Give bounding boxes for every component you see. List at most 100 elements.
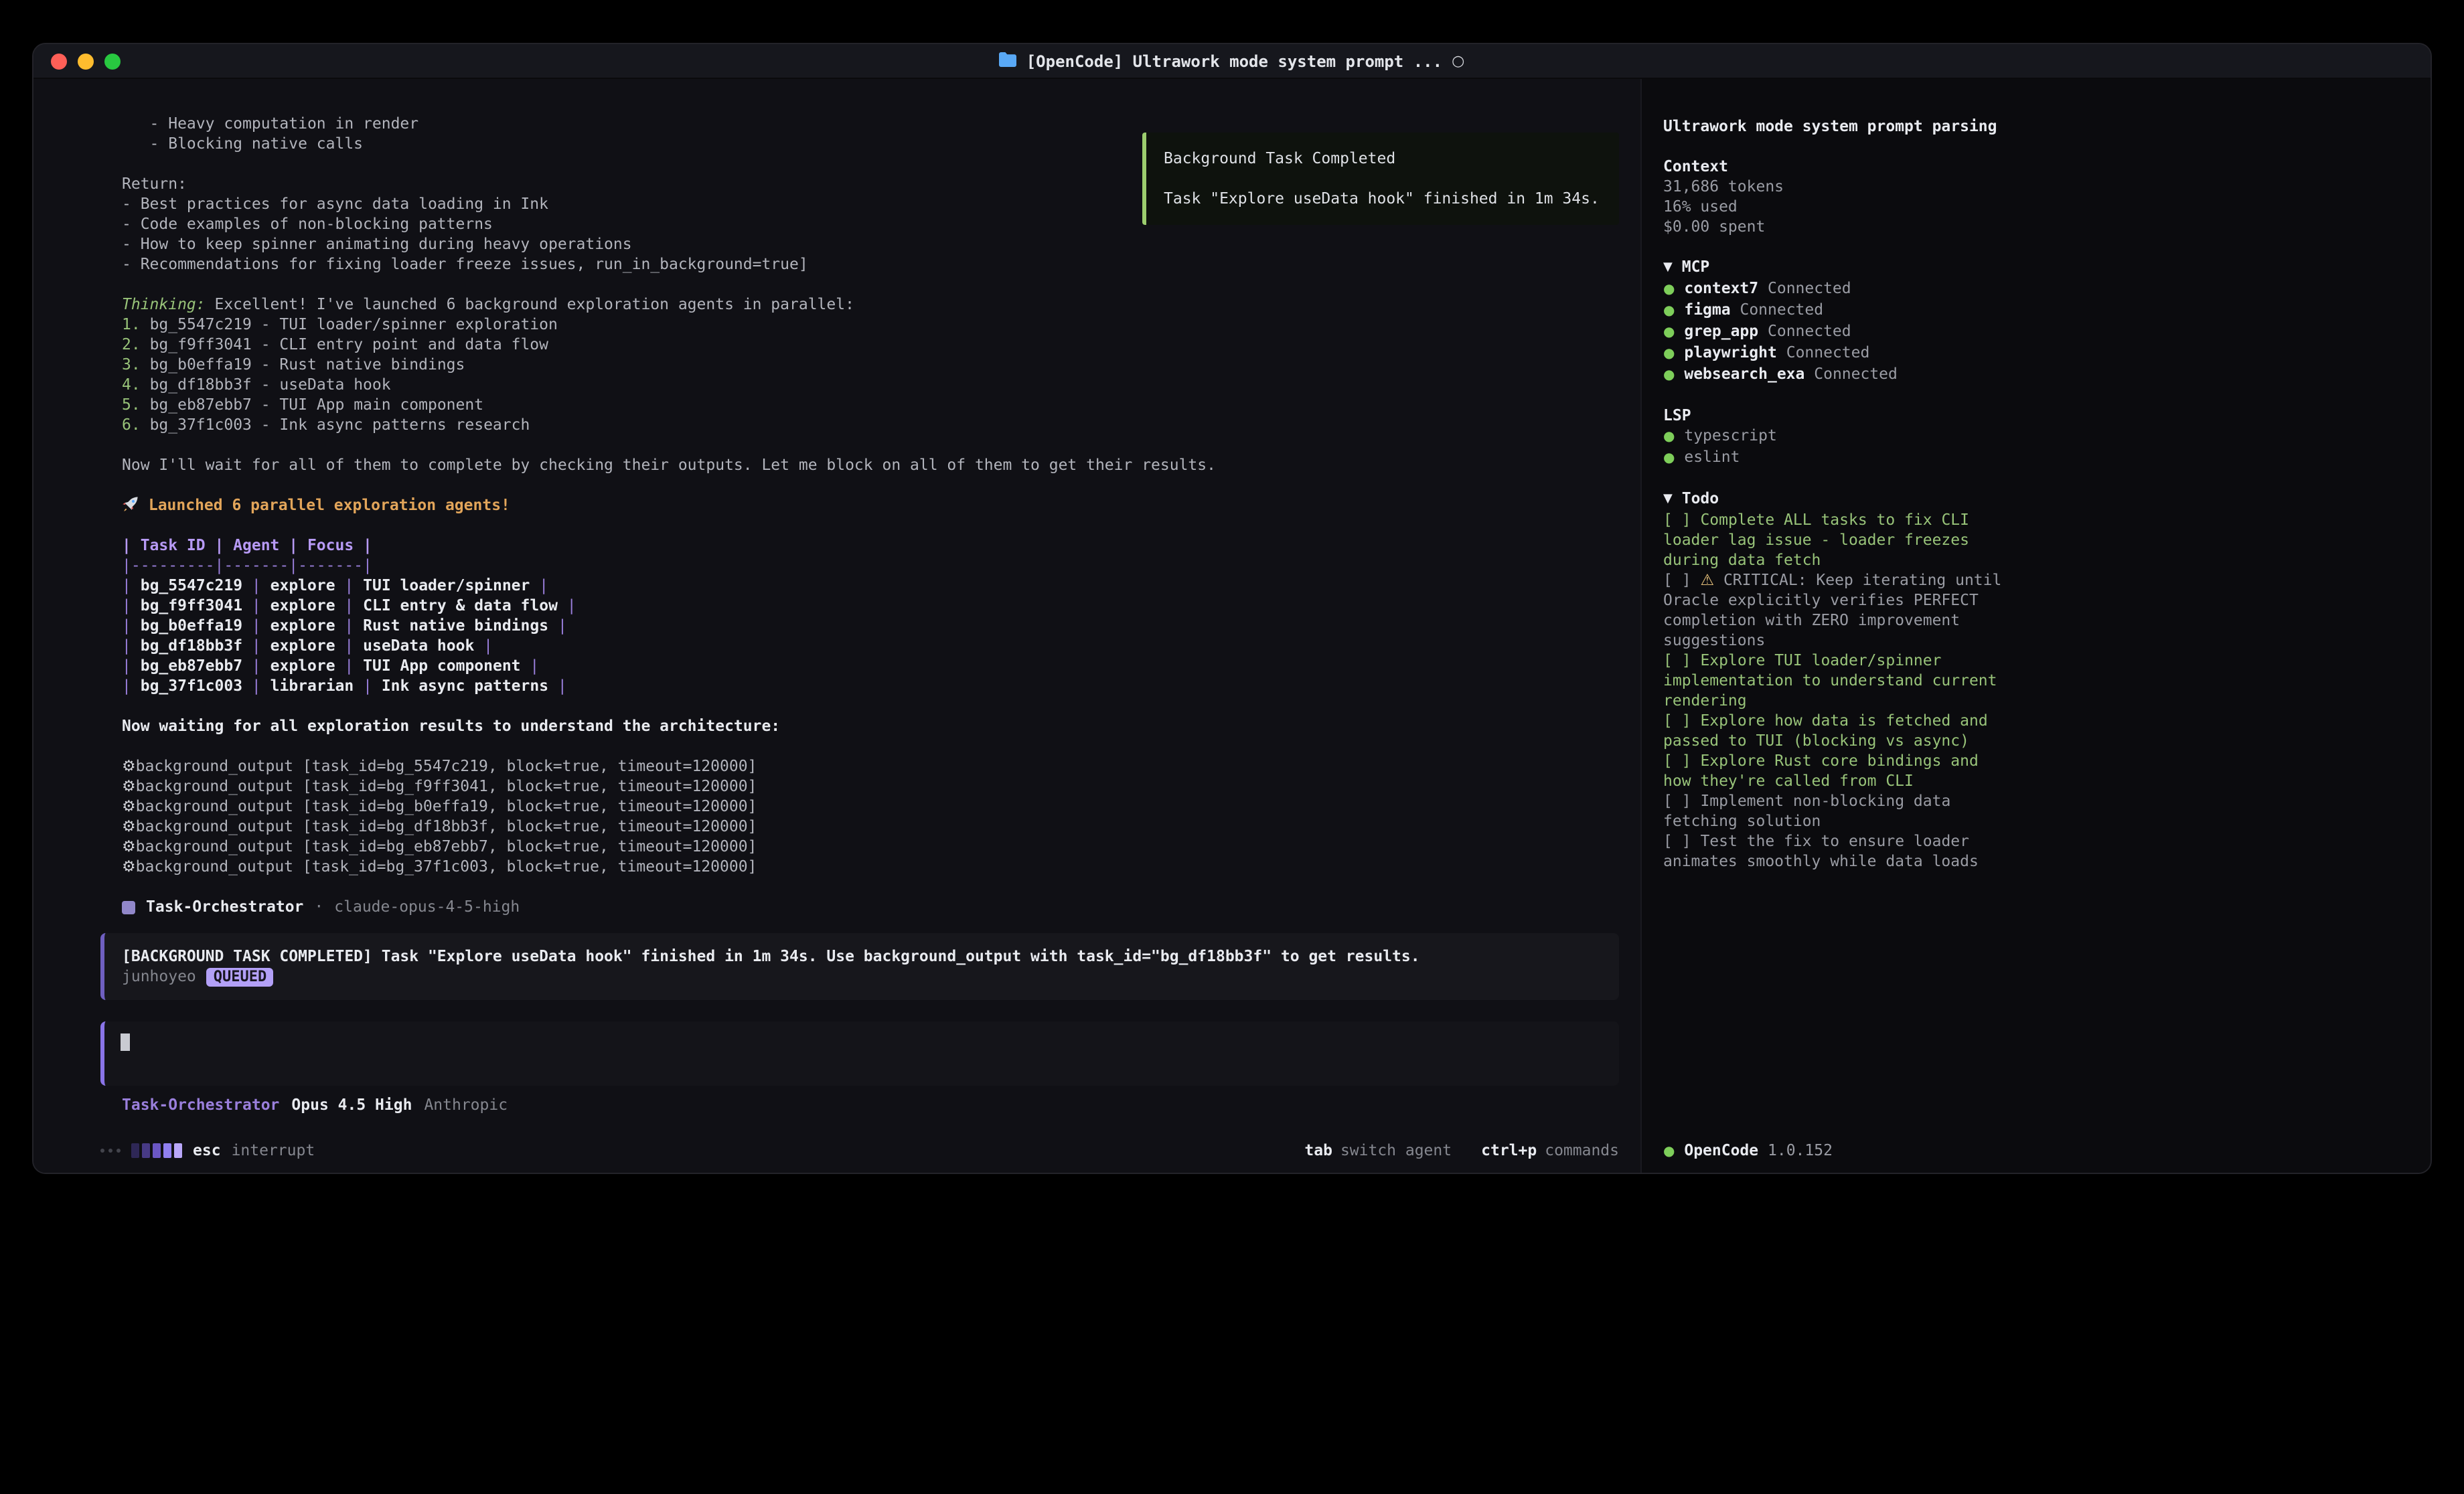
- context-tokens: 31,686 tokens: [1663, 177, 2011, 197]
- status-bar-left: esc interrupt: [100, 1141, 315, 1161]
- lsp-heading: LSP: [1663, 406, 2011, 426]
- task-message-text: [BACKGROUND TASK COMPLETED] Task "Explor…: [122, 946, 1602, 967]
- terminal-line: [122, 274, 1619, 295]
- terminal-line: Now I'll wait for all of them to complet…: [122, 455, 1619, 475]
- status-bar: esc interrupt tab switch agent ctrl+p co…: [33, 1127, 1640, 1173]
- lsp-server-item: ● typescript: [1663, 426, 2011, 447]
- terminal-line: | bg_37f1c003 | librarian | Ink async pa…: [122, 676, 1619, 696]
- minimize-window-button[interactable]: [78, 53, 94, 69]
- todo-section: ▼ Todo [ ] Complete ALL tasks to fix CLI…: [1663, 489, 2011, 872]
- footer-agent-name: Task-Orchestrator: [122, 1095, 279, 1115]
- gear-icon: ⚙: [122, 756, 136, 775]
- activity-dots-icon: [100, 1149, 121, 1153]
- background-task-message: [BACKGROUND TASK COMPLETED] Task "Explor…: [100, 933, 1619, 1000]
- mcp-server-item: ● context7 Connected: [1663, 278, 2011, 300]
- notification-body: Task "Explore useData hook" finished in …: [1164, 189, 1602, 209]
- todo-list: [ ] Complete ALL tasks to fix CLI loader…: [1663, 510, 2011, 872]
- terminal-line: |---------|-------|-------|: [122, 556, 1619, 576]
- mcp-server-item: ● websearch_exa Connected: [1663, 364, 2011, 386]
- todo-checkbox: [ ]: [1663, 510, 1691, 529]
- terminal-line: | bg_eb87ebb7 | explore | TUI App compon…: [122, 656, 1619, 676]
- terminal-line: [122, 435, 1619, 455]
- progress-blocks-icon: [131, 1143, 182, 1158]
- terminal-line: - How to keep spinner animating during h…: [122, 234, 1619, 254]
- message-author: junhoyeo: [122, 967, 196, 987]
- mcp-server-item: ● playwright Connected: [1663, 343, 2011, 364]
- todo-item: [ ] Test the fix to ensure loader animat…: [1663, 831, 2011, 872]
- context-heading: Context: [1663, 157, 2011, 177]
- separator-dot: ·: [314, 897, 323, 917]
- footer-agent-model: Opus 4.5 High: [291, 1095, 412, 1115]
- text-cursor: [121, 1033, 130, 1051]
- status-bar-right: tab switch agent ctrl+p commands: [1304, 1141, 1619, 1161]
- app-version: 1.0.152: [1768, 1141, 1833, 1159]
- window-controls: [51, 44, 121, 78]
- terminal-line: ⚙background_output [task_id=bg_37f1c003,…: [122, 857, 1619, 877]
- context-section: Context 31,686 tokens 16% used $0.00 spe…: [1663, 157, 2011, 237]
- todo-item: [ ] Explore TUI loader/spinner implement…: [1663, 651, 2011, 711]
- rocket-icon: [122, 495, 139, 514]
- mcp-server-name: figma: [1684, 300, 1730, 319]
- lsp-server-name: typescript: [1684, 426, 1777, 444]
- mcp-server-status: Connected: [1740, 300, 1823, 319]
- todo-text: Implement non-blocking data fetching sol…: [1663, 791, 1950, 830]
- terminal-line: [122, 515, 1619, 535]
- mcp-server-status: Connected: [1814, 364, 1898, 383]
- todo-heading[interactable]: ▼ Todo: [1663, 489, 2011, 510]
- terminal-line: [122, 736, 1619, 756]
- terminal-line: | bg_b0effa19 | explore | Rust native bi…: [122, 616, 1619, 636]
- collapse-triangle-icon: ▼: [1663, 261, 1673, 274]
- terminal-line: ⚙background_output [task_id=bg_b0effa19,…: [122, 797, 1619, 817]
- conversation-pane: - Heavy computation in render - Blocking…: [33, 79, 1640, 1173]
- agent-footer: Task-Orchestrator Opus 4.5 High Anthropi…: [122, 1095, 1619, 1115]
- terminal-line: 5. bg_eb87ebb7 - TUI App main component: [122, 395, 1619, 415]
- status-dot-icon: ●: [1663, 430, 1675, 444]
- agent-icon: [122, 900, 135, 914]
- agent-model: claude-opus-4-5-high: [334, 897, 520, 917]
- mcp-server-item: ● figma Connected: [1663, 300, 2011, 321]
- context-used: 16% used: [1663, 197, 2011, 217]
- todo-heading-label: Todo: [1682, 489, 1719, 507]
- notification-title: Background Task Completed: [1164, 149, 1602, 169]
- todo-text: CRITICAL: Keep iterating until Oracle ex…: [1663, 570, 2001, 649]
- mcp-server-name: playwright: [1684, 343, 1777, 361]
- warning-icon: ⚠: [1700, 570, 1714, 589]
- terminal-line: 3. bg_b0effa19 - Rust native bindings: [122, 355, 1619, 375]
- esc-key-hint: esc: [193, 1141, 221, 1161]
- ctrlp-key-hint: ctrl+p: [1481, 1141, 1537, 1161]
- todo-item: [ ] ⚠ CRITICAL: Keep iterating until Ora…: [1663, 570, 2011, 651]
- lsp-section: LSP ● typescript● eslint: [1663, 406, 2011, 469]
- zoom-window-button[interactable]: [104, 53, 121, 69]
- mcp-server-status: Connected: [1786, 343, 1870, 361]
- mcp-heading[interactable]: ▼ MCP: [1663, 257, 2011, 278]
- prompt-input[interactable]: [100, 1021, 1619, 1086]
- title-bar: [OpenCode] Ultrawork mode system prompt …: [33, 44, 2431, 79]
- window-title-group: [OpenCode] Ultrawork mode system prompt …: [1000, 52, 1465, 70]
- todo-checkbox: [ ]: [1663, 791, 1691, 810]
- agent-name: Task-Orchestrator: [146, 897, 303, 917]
- terminal-line: | bg_f9ff3041 | explore | CLI entry & da…: [122, 596, 1619, 616]
- mcp-section: ▼ MCP ● context7 Connected● figma Connec…: [1663, 257, 2011, 386]
- esc-key-label: interrupt: [232, 1141, 315, 1161]
- toast-notification: Background Task Completed Task "Explore …: [1142, 133, 1619, 225]
- gear-icon: ⚙: [122, 817, 136, 835]
- desktop-background: [OpenCode] Ultrawork mode system prompt …: [0, 0, 2464, 1494]
- collapse-triangle-icon: ▼: [1663, 493, 1673, 506]
- terminal-line: - Heavy computation in render: [122, 114, 1619, 134]
- mcp-server-name: context7: [1684, 278, 1758, 297]
- terminal-line: 2. bg_f9ff3041 - CLI entry point and dat…: [122, 335, 1619, 355]
- gear-icon: ⚙: [122, 797, 136, 815]
- tab-key-hint: tab: [1304, 1141, 1332, 1161]
- lsp-server-name: eslint: [1684, 447, 1740, 466]
- app-name: OpenCode: [1684, 1141, 1758, 1159]
- gear-icon: ⚙: [122, 776, 136, 795]
- todo-checkbox: [ ]: [1663, 570, 1691, 589]
- terminal-line: ⚙background_output [task_id=bg_df18bb3f,…: [122, 817, 1619, 837]
- todo-item: [ ] Explore Rust core bindings and how t…: [1663, 751, 2011, 791]
- status-dot-icon: ●: [1663, 368, 1675, 383]
- close-window-button[interactable]: [51, 53, 67, 69]
- lsp-list: ● typescript● eslint: [1663, 426, 2011, 469]
- ctrlp-key-label: commands: [1545, 1141, 1619, 1161]
- todo-item: [ ] Complete ALL tasks to fix CLI loader…: [1663, 510, 2011, 570]
- status-dot-icon: ●: [1663, 325, 1675, 340]
